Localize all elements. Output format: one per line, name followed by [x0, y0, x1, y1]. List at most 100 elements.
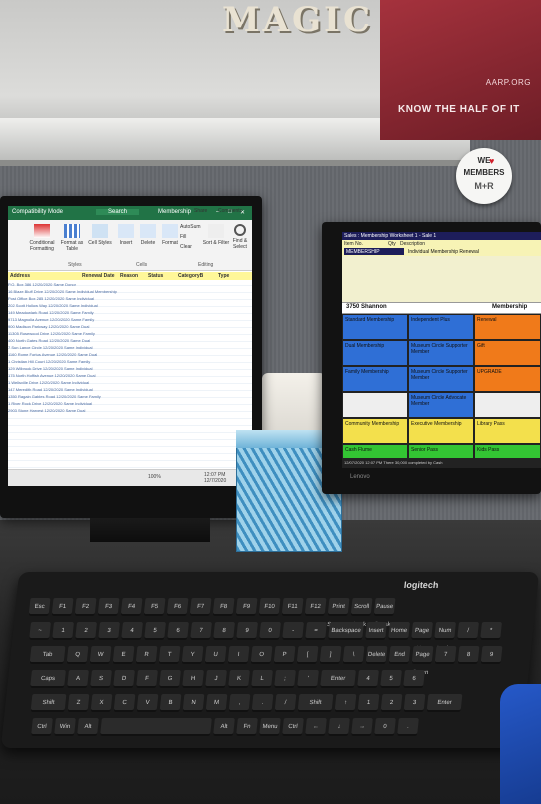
- pos-tile[interactable]: Museum Circle Supporter Member: [408, 340, 474, 366]
- key[interactable]: F12: [304, 598, 327, 616]
- key[interactable]: 7: [434, 646, 457, 664]
- key[interactable]: Delete: [365, 646, 388, 664]
- key[interactable]: N: [182, 694, 205, 712]
- table-row[interactable]: P.O. Box 386 12/20/2020 Same Donor: [8, 282, 252, 288]
- key[interactable]: Backspace: [328, 622, 364, 640]
- key[interactable]: 3: [98, 622, 120, 640]
- key[interactable]: ~: [29, 622, 51, 640]
- key[interactable]: Tab: [29, 646, 66, 664]
- spreadsheet-grid[interactable]: Address Renewal Date Reason Status Categ…: [8, 272, 252, 470]
- key[interactable]: Esc: [28, 598, 51, 616]
- key[interactable]: Insert: [365, 622, 387, 640]
- search-box[interactable]: Search: [96, 209, 140, 215]
- table-row[interactable]: 16 Blaze Bluff Drive 12/20/2020 Same Ind…: [8, 289, 252, 295]
- key[interactable]: F5: [143, 598, 166, 616]
- key[interactable]: /: [274, 694, 297, 712]
- key[interactable]: ]: [319, 646, 342, 664]
- key[interactable]: \: [342, 646, 365, 664]
- key[interactable]: Shift: [297, 694, 334, 712]
- key[interactable]: /: [457, 622, 479, 640]
- pos-tile[interactable]: Independent Plus: [408, 314, 474, 340]
- key[interactable]: Y: [181, 646, 204, 664]
- space-key[interactable]: [100, 718, 212, 736]
- key[interactable]: →: [351, 718, 373, 736]
- key[interactable]: 9: [236, 622, 258, 640]
- key[interactable]: K: [228, 670, 250, 688]
- table-row[interactable]: 175 North Hoffish Avenue 12/20/2020 Same…: [8, 373, 252, 379]
- pos-tile[interactable]: Gift: [474, 340, 541, 366]
- key[interactable]: M: [205, 694, 228, 712]
- key[interactable]: Num Lock: [434, 622, 456, 652]
- key[interactable]: G: [159, 670, 181, 688]
- pos-tile[interactable]: Community Membership: [342, 418, 408, 444]
- table-row[interactable]: 202 Scott Hollow Way 12/20/2020 Same Ind…: [8, 303, 252, 309]
- key[interactable]: 2: [75, 622, 97, 640]
- key[interactable]: .: [397, 718, 419, 736]
- key[interactable]: 2: [380, 694, 403, 712]
- key[interactable]: ,: [228, 694, 251, 712]
- key[interactable]: R: [135, 646, 158, 664]
- pos-tile[interactable]: [342, 392, 408, 418]
- key[interactable]: Fn: [236, 718, 258, 736]
- key[interactable]: F: [136, 670, 158, 688]
- pos-tile[interactable]: UPGRADE: [474, 366, 541, 392]
- pos-tile[interactable]: Family Membership: [342, 366, 408, 392]
- pos-tile[interactable]: Renewal: [474, 314, 541, 340]
- table-row[interactable]: 1350 Ragain Gables Road 12/20/2020 Same …: [8, 394, 252, 400]
- table-row[interactable]: 11305 Rosewood Drive 12/20/2020 Same Fam…: [8, 331, 252, 337]
- key[interactable]: Page Up: [411, 622, 433, 652]
- pos-tile[interactable]: Museum Circle Supporter Member: [408, 366, 474, 392]
- key[interactable]: C: [113, 694, 136, 712]
- key[interactable]: 9: [480, 646, 503, 664]
- key[interactable]: F10: [258, 598, 281, 616]
- conditional-formatting-button[interactable]: Conditional Formatting: [28, 224, 56, 252]
- key[interactable]: F8: [212, 598, 235, 616]
- selected-line-item[interactable]: MEMBERSHIP: [344, 248, 404, 255]
- key[interactable]: P: [273, 646, 296, 664]
- table-row[interactable]: 1 Christian Hill Court 12/20/2020 Same F…: [8, 359, 252, 365]
- key[interactable]: 6: [403, 670, 425, 688]
- key[interactable]: 1: [52, 622, 74, 640]
- key[interactable]: 8: [457, 646, 480, 664]
- table-row[interactable]: 900 Madison Parkway 12/20/2020 Same Dual: [8, 324, 252, 330]
- key[interactable]: Print Screen: [327, 598, 350, 628]
- key[interactable]: F4: [120, 598, 143, 616]
- key[interactable]: Q: [66, 646, 89, 664]
- key[interactable]: 6: [167, 622, 189, 640]
- key[interactable]: L: [251, 670, 273, 688]
- pos-tile[interactable]: Executive Membership: [408, 418, 474, 444]
- table-row[interactable]: 147 Meredith Road 12/20/2020 Same Indivi…: [8, 387, 252, 393]
- key[interactable]: 0: [259, 622, 281, 640]
- key[interactable]: W: [89, 646, 112, 664]
- key[interactable]: .: [251, 694, 274, 712]
- key[interactable]: F3: [97, 598, 120, 616]
- key[interactable]: Pause Break: [373, 598, 396, 628]
- key[interactable]: ': [297, 670, 319, 688]
- cell-styles-button[interactable]: Cell Styles: [86, 224, 114, 246]
- key[interactable]: ↓: [328, 718, 350, 736]
- key[interactable]: E: [112, 646, 135, 664]
- key[interactable]: Win: [54, 718, 76, 736]
- key[interactable]: ;: [274, 670, 296, 688]
- key[interactable]: Alt: [77, 718, 99, 736]
- key[interactable]: F9: [235, 598, 258, 616]
- table-row[interactable]: 2903 Stone Harvest 12/20/2020 Same Dual: [8, 408, 252, 414]
- key[interactable]: Page Down: [411, 646, 434, 676]
- key[interactable]: ←: [305, 718, 327, 736]
- key[interactable]: Ctrl: [31, 718, 53, 736]
- key[interactable]: Ctrl: [282, 718, 304, 736]
- key[interactable]: 0: [374, 718, 396, 736]
- comments-button[interactable]: Comments: [218, 208, 242, 214]
- key[interactable]: O: [250, 646, 273, 664]
- key[interactable]: H: [182, 670, 204, 688]
- key[interactable]: U: [204, 646, 227, 664]
- table-row[interactable]: 1 Wellsville Drive 12/20/2020 Same Indiv…: [8, 380, 252, 386]
- key[interactable]: Alt: [213, 718, 235, 736]
- key[interactable]: *: [480, 622, 502, 640]
- key[interactable]: J: [205, 670, 227, 688]
- key[interactable]: F1: [51, 598, 74, 616]
- key[interactable]: [: [296, 646, 319, 664]
- key[interactable]: Home: [388, 622, 410, 640]
- key[interactable]: A: [67, 670, 89, 688]
- key[interactable]: 3: [403, 694, 426, 712]
